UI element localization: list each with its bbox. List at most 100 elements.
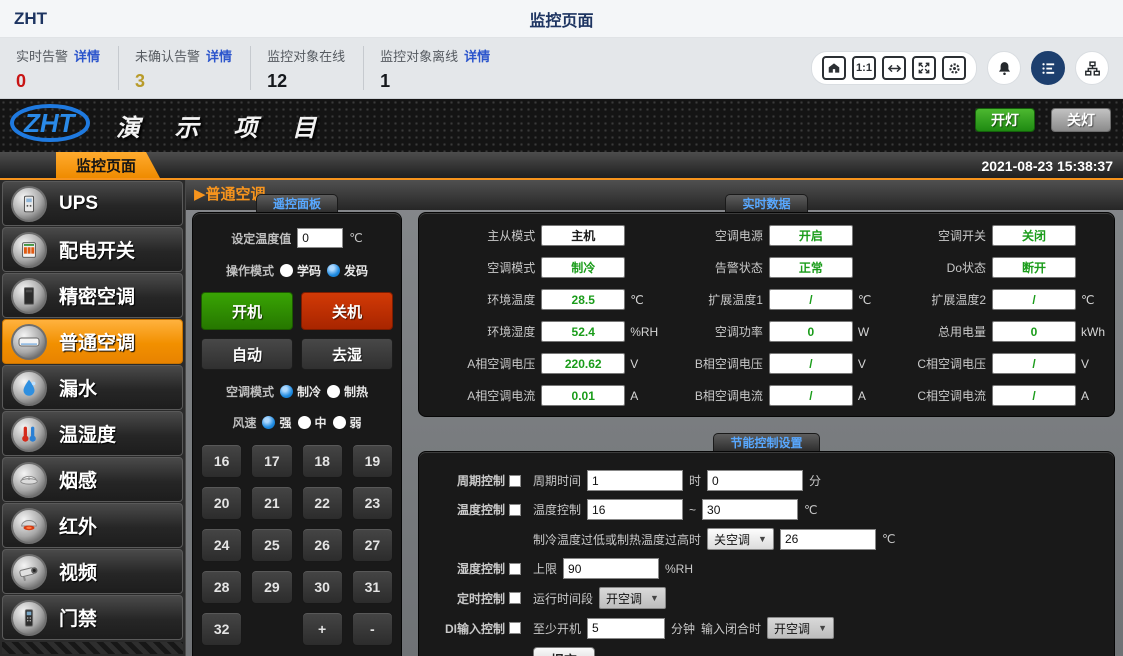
remote-control-column: 遥控面板 设定温度值 ℃ 操作模式 学码 发码 开机 关机: [192, 194, 402, 656]
submit-button[interactable]: 提交: [533, 647, 595, 656]
fan-medium-radio[interactable]: 中: [298, 414, 327, 431]
ups-icon: [11, 186, 47, 222]
cycle-hour-input[interactable]: [587, 470, 683, 491]
radio-icon: [327, 385, 340, 398]
temp-button-29[interactable]: 29: [251, 570, 292, 604]
di-control-checkbox[interactable]: [509, 622, 521, 634]
field-ext-temp2: 扩展温度2/℃: [883, 289, 1106, 310]
light-on-button[interactable]: 开灯: [975, 108, 1035, 132]
temp-minus-button[interactable]: -: [352, 612, 393, 646]
humidity-control-checkbox[interactable]: [509, 563, 521, 575]
precision-ac-icon: [11, 278, 47, 314]
home-icon[interactable]: [822, 56, 846, 80]
radio-icon: [280, 264, 293, 277]
fit-width-icon[interactable]: [882, 56, 906, 80]
cycle-control-checkbox[interactable]: [509, 475, 521, 487]
field-total-energy: 总用电量0kWh: [883, 321, 1106, 342]
fan-strong-radio[interactable]: 强: [262, 414, 291, 431]
sidebar-item-water-leak[interactable]: 漏水: [2, 365, 183, 410]
temp-button-23[interactable]: 23: [352, 486, 393, 520]
sidebar-item-power-switch[interactable]: 配电开关: [2, 227, 183, 272]
sidebar-item-video[interactable]: 视频: [2, 549, 183, 594]
sidebar-item-smoke[interactable]: 烟感: [2, 457, 183, 502]
field-ext-temp1: 扩展温度1/℃: [655, 289, 883, 310]
timer-action-select[interactable]: 开空调▼: [599, 587, 666, 609]
topology-icon[interactable]: [1075, 51, 1109, 85]
list-view-icon[interactable]: [1031, 51, 1065, 85]
temp-high-input[interactable]: [702, 499, 798, 520]
temp-button-25[interactable]: 25: [251, 528, 292, 562]
ac-mode-heat-radio[interactable]: 制热: [327, 383, 368, 400]
stat-unconfirmed-alarm: 未确认告警详情 3: [119, 46, 251, 90]
temp-button-19[interactable]: 19: [352, 444, 393, 478]
tab-monitor-page[interactable]: 监控页面: [56, 152, 160, 178]
temp-button-24[interactable]: 24: [201, 528, 242, 562]
temp-unit: ℃: [804, 503, 817, 517]
dehumidify-button[interactable]: 去湿: [301, 338, 393, 370]
stat-value: 3: [135, 72, 232, 90]
temp-control-label: 温度控制: [457, 501, 505, 518]
temp-low-input[interactable]: [587, 499, 683, 520]
logo-text: ZHT: [23, 108, 77, 138]
temp-button-31[interactable]: 31: [352, 570, 393, 604]
set-temp-input[interactable]: [297, 228, 343, 248]
temp-control-checkbox[interactable]: [509, 504, 521, 516]
stat-value: 12: [267, 72, 345, 90]
temp-button-22[interactable]: 22: [302, 486, 343, 520]
ac-mode-label: 空调模式: [226, 383, 274, 400]
temp-button-17[interactable]: 17: [251, 444, 292, 478]
overtemp-value-input[interactable]: [780, 529, 876, 550]
field-value: 0: [769, 321, 853, 342]
field-do-status: Do状态断开: [883, 257, 1106, 278]
sidebar-item-door-access[interactable]: 门禁: [2, 595, 183, 640]
di-action-select[interactable]: 开空调▼: [767, 617, 834, 639]
sidebar-item-normal-ac[interactable]: 普通空调: [2, 319, 183, 364]
field-ac-power: 空调电源开启: [655, 225, 883, 246]
view-tools-pill: 1:1: [811, 51, 977, 85]
stat-detail-link[interactable]: 详情: [464, 49, 490, 64]
sidebar-item-precision-ac[interactable]: 精密空调: [2, 273, 183, 318]
temp-button-32[interactable]: 32: [201, 612, 242, 646]
temp-button-26[interactable]: 26: [302, 528, 343, 562]
power-off-button[interactable]: 关机: [301, 292, 393, 330]
top-bar: ZHT 监控页面: [0, 0, 1123, 38]
humidity-upper-input[interactable]: [563, 558, 659, 579]
energy-wrap: 节能控制设置 周期控制 周期时间 时 分: [418, 433, 1115, 656]
timer-control-checkbox[interactable]: [509, 592, 521, 604]
temp-button-18[interactable]: 18: [302, 444, 343, 478]
op-mode-send-radio[interactable]: 发码: [327, 262, 368, 279]
overtemp-row: 制冷温度过低或制热温度过高时 关空调▼ ℃: [425, 528, 1104, 550]
bell-icon[interactable]: [987, 51, 1021, 85]
overtemp-action-select[interactable]: 关空调▼: [707, 528, 774, 550]
settings-gear-icon[interactable]: [942, 56, 966, 80]
op-mode-learn-radio[interactable]: 学码: [280, 262, 321, 279]
field-value: /: [992, 353, 1076, 374]
temp-button-16[interactable]: 16: [201, 444, 242, 478]
camera-icon: [11, 554, 47, 590]
remote-panel-tab: 遥控面板: [256, 194, 338, 212]
light-off-button[interactable]: 关灯: [1051, 108, 1111, 132]
one-to-one-icon[interactable]: 1:1: [852, 56, 876, 80]
temp-button-28[interactable]: 28: [201, 570, 242, 604]
temp-button-30[interactable]: 30: [302, 570, 343, 604]
fan-weak-radio[interactable]: 弱: [333, 414, 362, 431]
tilde: ~: [689, 503, 696, 517]
temp-plus-button[interactable]: +: [302, 612, 343, 646]
ac-mode-cool-radio[interactable]: 制冷: [280, 383, 321, 400]
realtime-panel-tab: 实时数据: [725, 194, 807, 212]
cycle-minute-input[interactable]: [707, 470, 803, 491]
temp-button-21[interactable]: 21: [251, 486, 292, 520]
toolbar-icons: 1:1: [811, 51, 1123, 85]
sidebar-item-temp-humidity[interactable]: 温湿度: [2, 411, 183, 456]
radio-icon: [262, 416, 275, 429]
stat-detail-link[interactable]: 详情: [206, 49, 232, 64]
temp-button-27[interactable]: 27: [352, 528, 393, 562]
temp-button-20[interactable]: 20: [201, 486, 242, 520]
stat-detail-link[interactable]: 详情: [74, 49, 100, 64]
di-minutes-input[interactable]: [587, 618, 665, 639]
fullscreen-icon[interactable]: [912, 56, 936, 80]
sidebar-item-ups[interactable]: UPS: [2, 181, 183, 226]
sidebar-item-infrared[interactable]: 红外: [2, 503, 183, 548]
auto-button[interactable]: 自动: [201, 338, 293, 370]
power-on-button[interactable]: 开机: [201, 292, 293, 330]
